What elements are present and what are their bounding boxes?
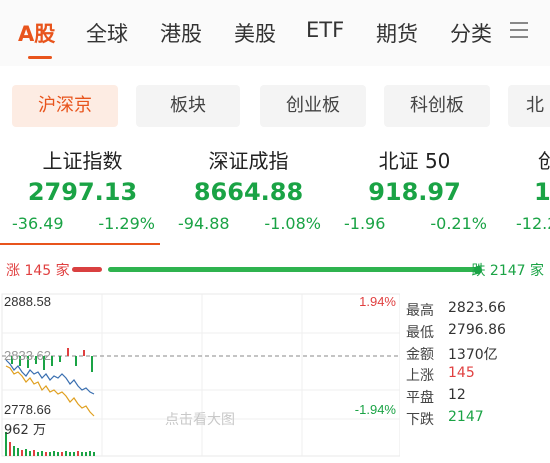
subtab-chinext[interactable]: 创业板	[260, 85, 366, 127]
index-change-points: -1.96	[344, 214, 386, 233]
subtab-shanghai-shenzhen-beijing[interactable]: 沪深京	[12, 85, 118, 127]
y-low-label: 2778.66	[4, 402, 51, 417]
index-card-shanghai[interactable]: 上证指数 2797.13 -36.49 -1.29%	[0, 146, 165, 242]
tab-us-stocks[interactable]: 美股	[234, 18, 276, 48]
stat-label: 最低	[406, 324, 434, 341]
breadth-track	[72, 265, 482, 274]
market-tabs: A股 全球 港股 美股 ETF 期货 分类	[0, 0, 550, 66]
subtab-beijing[interactable]: 北	[508, 85, 550, 127]
stat-value: 2796.86	[448, 321, 506, 338]
stat-turnover: 金额 1370亿	[404, 344, 550, 366]
subtab-star-market[interactable]: 科创板	[384, 85, 490, 127]
index-change-pct: -1.08%	[264, 214, 321, 233]
stat-label: 金额	[406, 346, 434, 363]
index-value: 16	[534, 178, 550, 206]
index-name: 上证指数	[42, 149, 123, 173]
y-mid-label: 2833.62	[4, 348, 51, 363]
index-change-points: -94.88	[178, 214, 230, 233]
index-value: 2797.13	[27, 178, 138, 206]
index-value: 918.97	[368, 178, 461, 206]
index-name: 创	[538, 149, 550, 173]
tab-categories[interactable]: 分类	[450, 18, 492, 48]
volume-label: 962 万	[4, 423, 46, 438]
stat-value: 2823.66	[448, 300, 506, 316]
index-change-points: -36.49	[12, 214, 64, 233]
tab-a-shares[interactable]: A股	[18, 18, 55, 48]
stat-label: 平盘	[406, 390, 434, 407]
subtab-sectors[interactable]: 板块	[136, 85, 240, 127]
y-high-label: 2888.58	[4, 294, 51, 309]
index-name: 深证成指	[208, 149, 289, 173]
stat-unchanged: 平盘 12	[404, 387, 550, 409]
decliners-fill	[108, 267, 478, 272]
stat-value: 145	[448, 365, 475, 382]
index-card-shenzhen[interactable]: 深证成指 8664.88 -94.88 -1.08%	[166, 146, 331, 242]
index-change-pct: -0.21%	[430, 214, 487, 233]
stat-value: 2147	[448, 408, 484, 425]
index-card-chinext[interactable]: 创 16 -12.2	[498, 146, 550, 242]
tab-global[interactable]: 全球	[86, 18, 128, 48]
stat-advancers: 上涨 145	[404, 365, 550, 387]
stat-label: 上涨	[406, 368, 434, 385]
index-value: 8664.88	[193, 178, 304, 206]
index-card-bse50[interactable]: 北证 50 918.97 -1.96 -0.21%	[332, 146, 497, 242]
intraday-chart[interactable]: 2888.58 2833.62 2778.66 1.94% -1.94% 962…	[0, 286, 401, 459]
advancers-label: 涨 145 家	[6, 263, 70, 279]
pct-high-label: 1.94%	[359, 294, 396, 309]
decliners-label: 跌 2147 家	[471, 263, 544, 279]
active-tab-indicator	[28, 56, 52, 59]
enlarge-watermark: 点击看大图	[165, 412, 235, 428]
tab-hk-stocks[interactable]: 港股	[160, 18, 202, 48]
selected-index-indicator	[0, 243, 160, 245]
pct-low-label: -1.94%	[355, 402, 397, 417]
tab-futures[interactable]: 期货	[376, 18, 418, 48]
hamburger-menu-icon[interactable]	[510, 22, 528, 40]
stat-low: 最低 2796.86	[404, 322, 550, 344]
stat-label: 下跌	[406, 411, 434, 428]
stat-decliners: 下跌 2147	[404, 409, 550, 431]
index-name: 北证 50	[378, 149, 451, 173]
advance-decline-bar: 涨 145 家 跌 2147 家	[0, 258, 550, 280]
advancers-fill	[72, 267, 102, 272]
stat-value: 12	[448, 387, 466, 404]
index-change-points: -12.2	[516, 214, 550, 233]
intraday-chart-svg: 2888.58 2833.62 2778.66 1.94% -1.94% 962…	[1, 293, 401, 457]
index-stats-panel: 最高 2823.66 最低 2796.86 金额 1370亿 上涨 145 平盘…	[404, 300, 550, 431]
stat-label: 最高	[406, 303, 434, 319]
index-change-pct: -1.29%	[98, 214, 155, 233]
tab-etf[interactable]: ETF	[306, 18, 344, 42]
stat-high: 最高 2823.66	[404, 300, 550, 322]
stat-value: 1370亿	[448, 346, 498, 363]
